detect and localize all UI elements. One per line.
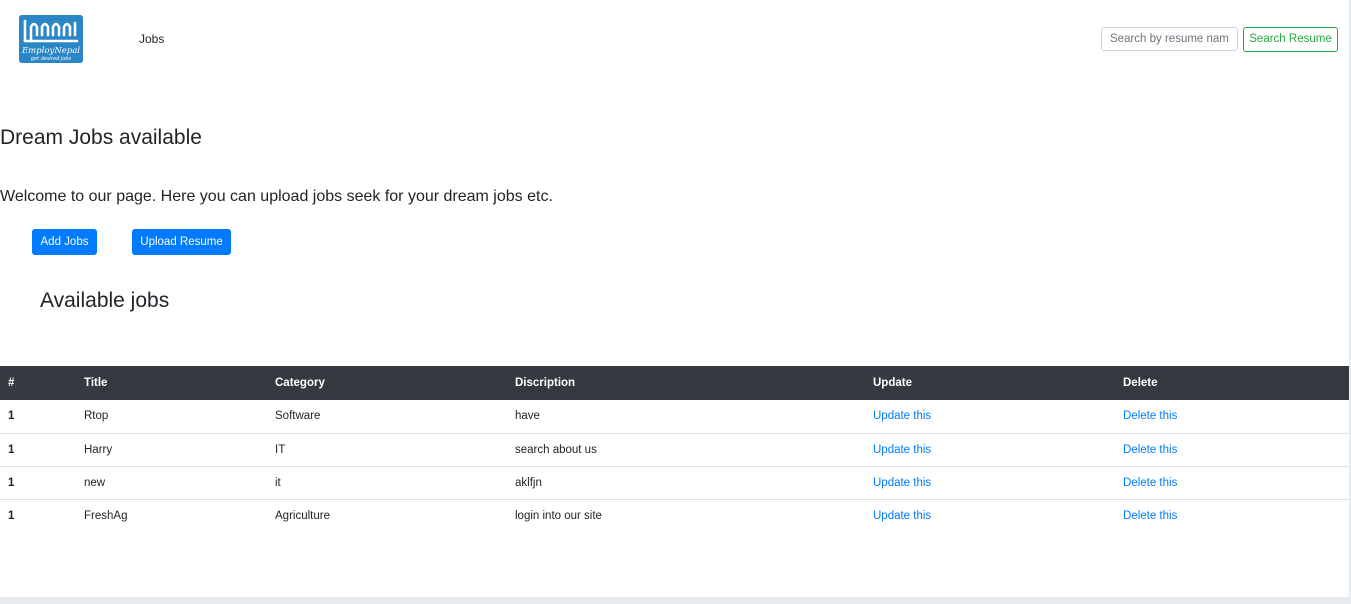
update-link[interactable]: Update this [873,410,931,422]
jobs-table: # Title Category Discription Update Dele… [0,366,1349,532]
update-link[interactable]: Update this [873,477,931,489]
upload-resume-button[interactable]: Upload Resume [132,229,231,255]
table-row: 1 new it aklfjn Update this Delete this [0,465,1349,499]
table-header-row: # Title Category Discription Update Dele… [0,366,1349,400]
row-delete-cell: Delete this [1115,432,1349,466]
column-header-delete: Delete [1123,377,1158,389]
row-index: 1 [0,498,76,532]
welcome-text: Welcome to our page. Here you can upload… [0,188,553,205]
table-header: # Title Category Discription Update Dele… [0,366,1349,400]
page: EmployNepal get desired jobs Jobs Search… [0,0,1351,604]
horizontal-scrollbar[interactable] [0,597,1351,604]
row-category: Software [275,410,321,423]
delete-link[interactable]: Delete this [1123,510,1177,522]
column-header-title: Title [84,377,108,389]
row-delete-cell: Delete this [1115,465,1349,499]
row-description: have [515,410,540,423]
table-body: 1 Rtop Software have Update this Delete … [0,400,1349,532]
row-update-cell: Update this [865,432,1115,466]
nav-link-jobs[interactable]: Jobs [139,32,164,46]
delete-link[interactable]: Delete this [1123,477,1177,489]
row-title: Rtop [84,410,109,423]
delete-link[interactable]: Delete this [1123,410,1177,422]
table-row: 1 Rtop Software have Update this Delete … [0,400,1349,433]
row-index: 1 [8,410,15,423]
row-update-cell: Update this [865,400,1115,433]
row-description: search about us [507,432,865,466]
column-header-category: Category [275,377,325,389]
row-delete-cell: Delete this [1115,498,1349,532]
table-row: 1 Harry IT search about us Update this D… [0,432,1349,466]
column-header-index: # [8,377,15,389]
page-title: Dream Jobs available [0,126,202,149]
logo-graphic: EmployNepal get desired jobs [19,15,83,63]
column-header-description: Discription [515,377,576,389]
available-jobs-heading: Available jobs [40,289,170,312]
row-category: it [267,465,507,499]
row-category: IT [267,432,507,466]
search-input[interactable] [1101,27,1238,51]
row-title: Harry [76,432,267,466]
row-update-cell: Update this [865,465,1115,499]
svg-text:EmployNepal: EmployNepal [21,46,80,56]
row-update-cell: Update this [865,498,1115,532]
row-description: aklfjn [507,465,865,499]
row-delete-cell: Delete this [1115,400,1349,433]
row-category: Agriculture [267,498,507,532]
update-link[interactable]: Update this [873,510,931,522]
add-jobs-button[interactable]: Add Jobs [32,229,97,255]
column-header-update: Update [873,377,912,389]
table-row: 1 FreshAg Agriculture login into our sit… [0,498,1349,532]
row-index: 1 [0,465,76,499]
navbar: EmployNepal get desired jobs Jobs Search… [0,0,1349,78]
delete-link[interactable]: Delete this [1123,444,1177,456]
update-link[interactable]: Update this [873,444,931,456]
row-title: new [76,465,267,499]
row-title: FreshAg [76,498,267,532]
row-description: login into our site [507,498,865,532]
svg-text:get desired jobs: get desired jobs [31,56,72,62]
search-resume-button[interactable]: Search Resume [1243,27,1338,52]
row-index: 1 [0,432,76,466]
employnepal-logo[interactable]: EmployNepal get desired jobs [19,15,83,63]
